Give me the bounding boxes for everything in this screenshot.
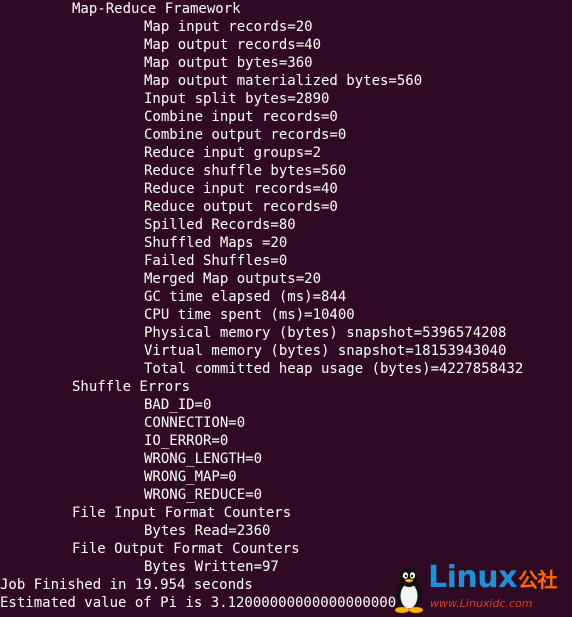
terminal-lines: Map-Reduce Framework Map input records=20… xyxy=(0,0,572,612)
terminal-line: Reduce output records=0 xyxy=(144,199,338,215)
terminal-line: Reduce input groups=2 xyxy=(144,145,322,161)
terminal-line: Combine input records=0 xyxy=(144,109,338,125)
terminal-line: Spilled Records=80 xyxy=(144,217,296,233)
terminal-line: BAD_ID=0 xyxy=(144,397,212,413)
terminal-line: Total committed heap usage (bytes)=42278… xyxy=(144,361,524,377)
terminal-line: Failed Shuffles=0 xyxy=(144,253,288,269)
terminal-line: Estimated value of Pi is 3.1200000000000… xyxy=(0,595,397,611)
terminal-line: WRONG_MAP=0 xyxy=(144,469,237,485)
terminal-line: Shuffle Errors xyxy=(72,379,191,395)
terminal-line: Reduce shuffle bytes=560 xyxy=(144,163,347,179)
terminal-line: Input split bytes=2890 xyxy=(144,91,330,107)
terminal-line: Job Finished in 19.954 seconds xyxy=(0,577,253,593)
terminal-line: IO_ERROR=0 xyxy=(144,433,229,449)
terminal-line: Map output records=40 xyxy=(144,37,322,53)
terminal-line: Combine output records=0 xyxy=(144,127,347,143)
terminal-line: WRONG_LENGTH=0 xyxy=(144,451,263,467)
terminal-line: WRONG_REDUCE=0 xyxy=(144,487,263,503)
terminal-line: Bytes Written=97 xyxy=(144,559,279,575)
terminal-line: Reduce input records=40 xyxy=(144,181,338,197)
terminal-line: Map input records=20 xyxy=(144,19,313,35)
terminal-line: Merged Map outputs=20 xyxy=(144,271,322,287)
terminal-line: File Output Format Counters xyxy=(72,541,300,557)
terminal-line: Shuffled Maps =20 xyxy=(144,235,288,251)
terminal-line: GC time elapsed (ms)=844 xyxy=(144,289,347,305)
terminal-line: Bytes Read=2360 xyxy=(144,523,271,539)
terminal-line: Map output materialized bytes=560 xyxy=(144,73,423,89)
terminal-line: Map-Reduce Framework xyxy=(72,1,241,17)
terminal-line: CONNECTION=0 xyxy=(144,415,246,431)
terminal-line: File Input Format Counters xyxy=(72,505,292,521)
terminal-line: Physical memory (bytes) snapshot=5396574… xyxy=(144,325,507,341)
terminal-output[interactable]: Map-Reduce Framework Map input records=20… xyxy=(0,0,572,617)
terminal-line: Map output bytes=360 xyxy=(144,55,313,71)
terminal-line: CPU time spent (ms)=10400 xyxy=(144,307,355,323)
terminal-line: Virtual memory (bytes) snapshot=18153943… xyxy=(144,343,507,359)
